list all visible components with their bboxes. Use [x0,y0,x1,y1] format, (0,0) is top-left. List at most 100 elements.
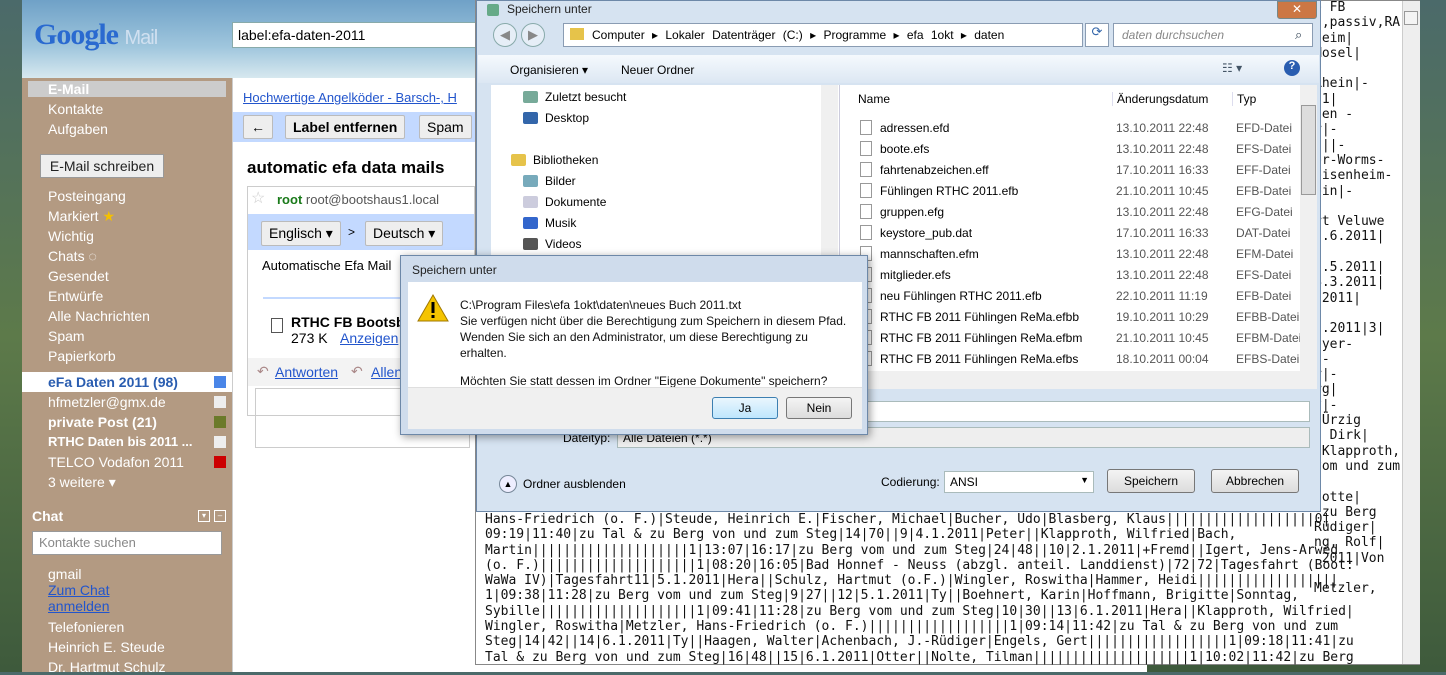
no-button[interactable]: Nein [786,397,852,419]
yes-button[interactable]: Ja [712,397,778,419]
horizontal-scrollbar[interactable] [839,371,1317,389]
chat-minimize-icon[interactable]: – [214,510,226,522]
label-name: TELCO Vodafon 2011 [48,454,184,470]
reply-all-link[interactable]: Allen [371,364,402,380]
file-date: 13.10.2011 22:48 [1116,247,1209,261]
encoding-select[interactable]: ANSI ▼ [944,471,1094,493]
chat-contact[interactable]: Dr. Hartmut Schulz [48,659,226,675]
label-color-swatch[interactable] [214,396,226,408]
file-row[interactable]: RTHC FB 2011 Fühlingen ReMa.efbs 18.10.2… [840,348,1300,369]
folder-sent[interactable]: Gesendet [48,268,226,284]
nav-label: Zuletzt besucht [545,90,627,104]
folder-inbox[interactable]: Posteingang [48,188,226,204]
file-row[interactable]: fahrtenabzeichen.eff 17.10.2011 16:33 EF… [840,159,1300,180]
gmail-logo[interactable]: Google Mail [34,18,224,52]
text-line: rt Veluwe [1314,214,1385,230]
organize-button[interactable]: Organisieren ▾ [510,63,588,77]
nav-desktop[interactable]: Desktop [521,111,721,125]
view-options-icon[interactable]: ☷ ▾ [1222,61,1242,75]
file-list-scrollbar[interactable] [1300,85,1317,371]
label-name: private Post (21) [48,414,157,430]
chat-open-link[interactable]: Zum Chat [48,582,226,598]
chat-options-icon[interactable]: ▾ [198,510,210,522]
close-button[interactable]: ✕ [1277,1,1317,19]
nav-music[interactable]: Musik [521,216,721,230]
file-row[interactable]: RTHC FB 2011 Fühlingen ReMa.efbb 19.10.2… [840,306,1300,327]
cancel-button[interactable]: Abbrechen [1211,469,1299,493]
chat-call[interactable]: Telefonieren [48,619,226,635]
nav-pictures[interactable]: Bilder [521,174,721,188]
label-color-swatch[interactable] [214,456,226,468]
nav-recent[interactable]: Zuletzt besucht [521,90,721,104]
column-date[interactable]: Änderungsdatum [1112,92,1208,106]
translate-to-select[interactable]: Deutsch ▾ [365,221,444,246]
nav-libraries[interactable]: Bibliotheken [509,153,709,167]
file-row[interactable]: gruppen.efg 13.10.2011 22:48 EFG-Datei [840,201,1300,222]
file-row[interactable]: keystore_pub.dat 17.10.2011 16:33 DAT-Da… [840,222,1300,243]
folder-starred[interactable]: Markiert ★ [48,208,226,225]
chevron-up-icon[interactable]: ▲ [499,475,517,493]
editor-right-text: e FB),passiv,RA heim| Mosel| Rhein|- 11| den… [1314,0,1402,597]
file-icon [860,204,872,219]
nav-contacts[interactable]: Kontakte [48,101,226,117]
column-name[interactable]: Name [858,92,890,106]
address-bar[interactable]: Computer ▸ Lokaler Datenträger (C:) ▸ Pr… [563,23,1083,47]
label-private-post[interactable]: private Post (21) [22,412,232,432]
ad-link[interactable]: Hochwertige Angelköder - Barsch-, H [243,90,475,105]
new-folder-button[interactable]: Neuer Ordner [621,63,694,77]
file-row[interactable]: mitglieder.efs 13.10.2011 22:48 EFS-Date… [840,264,1300,285]
folder-chats[interactable]: Chats ◌ [48,248,226,264]
folder-spam[interactable]: Spam [48,328,226,344]
remove-label-button[interactable]: Label entfernen [285,115,406,139]
nav-email[interactable]: E-Mail [28,81,226,97]
label-efa-daten[interactable]: eFa Daten 2011 (98) [22,372,232,392]
spam-button[interactable]: Spam [419,115,472,139]
file-date: 19.10.2011 10:29 [1116,310,1209,324]
refresh-icon[interactable]: ⟳ [1085,23,1109,47]
forward-icon[interactable]: ▶ [521,23,545,47]
label-color-swatch[interactable] [214,436,226,448]
file-name: gruppen.efg [880,205,945,219]
file-row[interactable]: boote.efs 13.10.2011 22:48 EFS-Datei [840,138,1300,159]
file-icon [860,225,872,240]
reply-link[interactable]: Antworten [275,364,338,380]
back-button[interactable]: ← [243,115,273,139]
save-button[interactable]: Speichern [1107,469,1195,493]
file-row[interactable]: Fühlingen RTHC 2011.efb 21.10.2011 10:45… [840,180,1300,201]
file-row[interactable]: adressen.efd 13.10.2011 22:48 EFD-Datei [840,117,1300,138]
chat-contact[interactable]: Heinrich E. Steude [48,639,226,655]
editor-scrollbar[interactable] [1402,1,1420,664]
nav-videos[interactable]: Videos [521,237,721,251]
star-icon[interactable]: ☆ [251,188,265,208]
scroll-thumb[interactable] [1301,105,1316,195]
back-icon[interactable]: ◀ [493,23,517,47]
file-row[interactable]: neu Fühlingen RTHC 2011.efb 22.10.2011 1… [840,285,1300,306]
more-labels-link[interactable]: 3 weitere ▾ [48,474,226,491]
search-input[interactable]: label:efa-daten-2011 [232,22,477,48]
nav-documents[interactable]: Dokumente [521,195,721,209]
label-color-swatch[interactable] [214,376,226,388]
chat-signin-link[interactable]: anmelden [48,598,226,614]
chat-search-input[interactable]: Kontakte suchen [32,531,222,555]
scroll-thumb[interactable] [1404,11,1418,25]
folder-all-mail[interactable]: Alle Nachrichten [48,308,226,324]
attachment-view-link[interactable]: Anzeigen [340,330,398,346]
file-icon [860,162,872,177]
compose-button[interactable]: E-Mail schreiben [40,154,164,178]
help-icon[interactable]: ? [1284,60,1300,76]
nav-tasks[interactable]: Aufgaben [48,121,226,137]
column-type[interactable]: Typ [1232,92,1256,106]
label-rthc-daten[interactable]: RTHC Daten bis 2011 ... [22,432,232,452]
translate-from-select[interactable]: Englisch ▾ [261,221,341,246]
nav-label: Bibliotheken [533,153,599,167]
file-row[interactable]: mannschaften.efm 13.10.2011 22:48 EFM-Da… [840,243,1300,264]
folder-trash[interactable]: Papierkorb [48,348,226,364]
folder-important[interactable]: Wichtig [48,228,226,244]
label-hfmetzler[interactable]: hfmetzler@gmx.de [22,392,232,412]
folder-search-input[interactable]: daten durchsuchen [1113,23,1313,47]
file-row[interactable]: RTHC FB 2011 Fühlingen ReMa.efbm 21.10.2… [840,327,1301,348]
label-color-swatch[interactable] [214,416,226,428]
hide-folders-button[interactable]: Ordner ausblenden [523,477,626,491]
label-telco[interactable]: TELCO Vodafon 2011 [22,452,232,472]
folder-drafts[interactable]: Entwürfe [48,288,226,304]
